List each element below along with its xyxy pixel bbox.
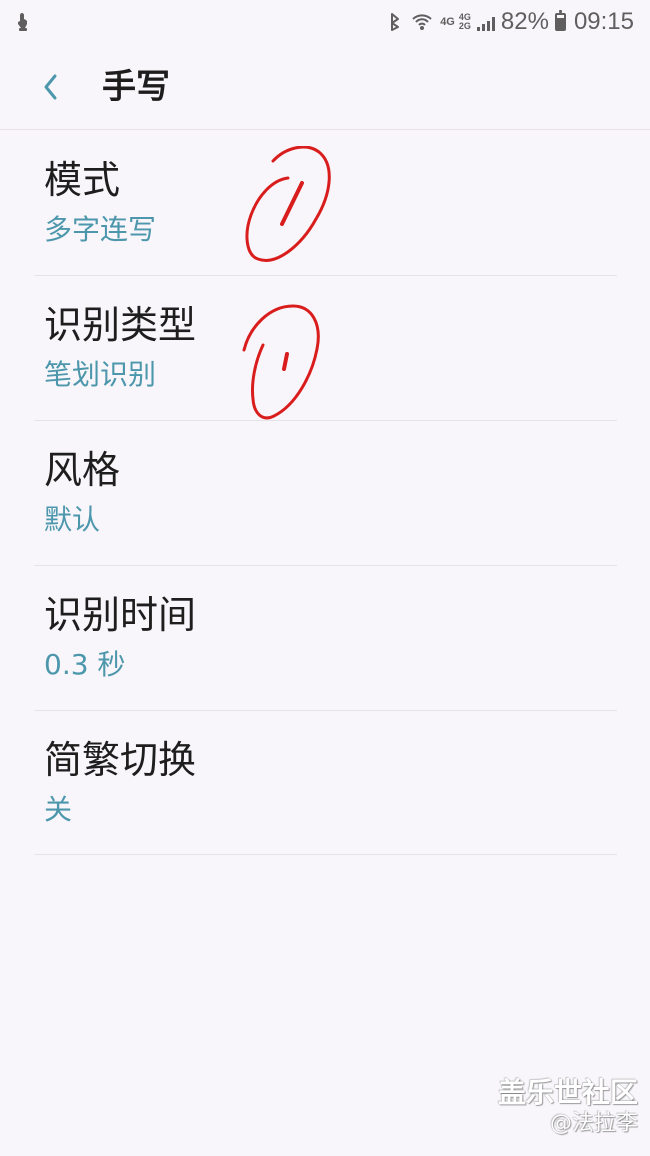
setting-value-recognition-time: 0.3 秒 xyxy=(44,648,126,681)
setting-item-recognition-time[interactable]: 识别时间 0.3 秒 xyxy=(0,565,650,710)
settings-list: 模式 多字连写 识别类型 笔划识别 风格 默认 识别时间 0.3 秒 简繁切换 … xyxy=(0,130,650,855)
app-bar: 手写 xyxy=(0,44,650,130)
setting-item-style[interactable]: 风格 默认 xyxy=(0,420,650,565)
setting-title-style: 风格 xyxy=(44,448,121,492)
setting-value-mode: 多字连写 xyxy=(44,213,157,246)
network-mid-bottom-label: 2G xyxy=(458,21,471,31)
setting-value-recognition-type: 笔划识别 xyxy=(44,358,157,391)
watermark: 盖乐世社区 @法拉李 xyxy=(497,1075,638,1136)
back-button[interactable] xyxy=(28,64,74,110)
setting-title-mode: 模式 xyxy=(44,158,121,202)
network-stack: 4G 2G xyxy=(459,13,471,30)
status-left xyxy=(14,11,32,33)
battery-percent: 82% xyxy=(500,8,549,35)
bluetooth-icon xyxy=(386,11,404,33)
page-title: 手写 xyxy=(102,66,170,107)
network-top-label: 4G xyxy=(440,15,455,28)
wifi-icon xyxy=(410,12,434,32)
status-right: 4G 4G 2G 82% 09:15 xyxy=(386,8,634,36)
setting-item-recognition-type[interactable]: 识别类型 笔划识别 xyxy=(0,275,650,420)
setting-title-recognition-time: 识别时间 xyxy=(44,593,197,637)
setting-item-mode[interactable]: 模式 多字连写 xyxy=(0,130,650,275)
network-labels: 4G 4G 2G xyxy=(440,13,471,30)
setting-value-simplified-traditional-toggle: 关 xyxy=(44,793,73,826)
setting-title-simplified-traditional-toggle: 简繁切换 xyxy=(44,738,197,782)
watermark-main: 盖乐世社区 xyxy=(497,1075,638,1109)
status-time: 09:15 xyxy=(573,8,634,35)
gesture-icon xyxy=(14,11,32,33)
battery-fill xyxy=(556,17,564,29)
status-bar: 4G 4G 2G 82% 09:15 xyxy=(0,0,650,44)
setting-title-recognition-type: 识别类型 xyxy=(44,303,197,347)
signal-icon xyxy=(476,13,495,31)
setting-item-simplified-traditional-toggle[interactable]: 简繁切换 关 xyxy=(0,710,650,855)
watermark-sub: @法拉李 xyxy=(549,1110,638,1136)
setting-value-style: 默认 xyxy=(44,503,101,536)
chevron-left-icon xyxy=(40,72,62,102)
battery-icon xyxy=(554,10,566,31)
